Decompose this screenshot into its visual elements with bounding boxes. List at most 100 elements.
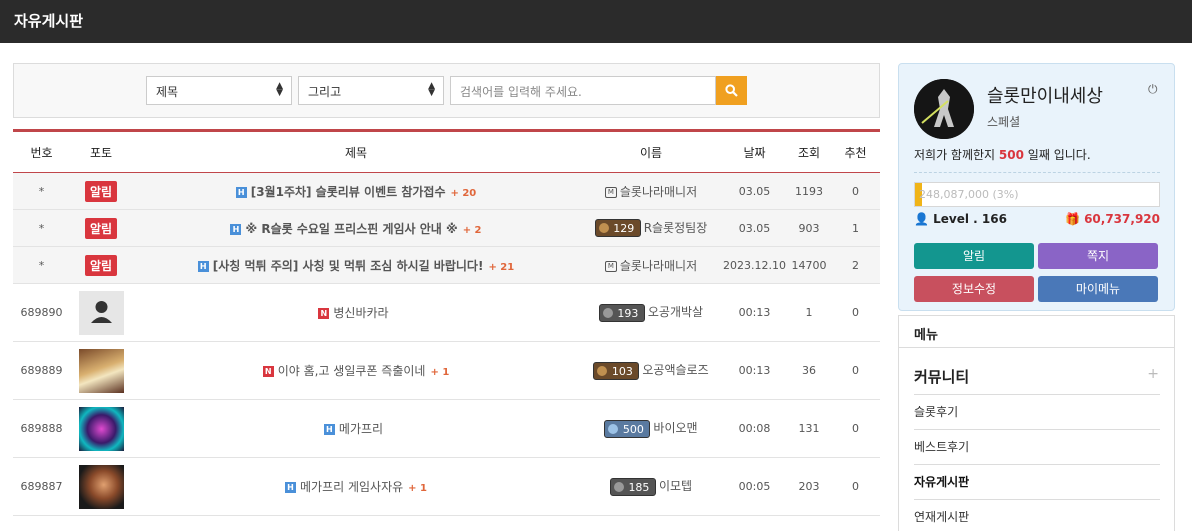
menu-item-best-review[interactable]: 베스트후기	[914, 438, 969, 455]
search-placeholder: 검색어를 입력해 주세요.	[460, 85, 582, 99]
divider	[914, 394, 1160, 395]
post-thumbnail[interactable]	[78, 348, 124, 393]
search-bar: 제목 ▲ ▼ 그리고 ▲ ▼ 검색어를 입력해 주세요.	[13, 63, 880, 118]
author-name[interactable]: R슬롯정팀장	[644, 221, 708, 235]
search-operator-select[interactable]: 그리고 ▲ ▼	[298, 76, 444, 105]
author-name[interactable]: 오공액슬로즈	[642, 363, 708, 377]
menu-item-serial-board[interactable]: 연재게시판	[914, 508, 969, 525]
post-row[interactable]: 689888 H 메가프리 500 바이오맨 00:08 131 0	[13, 399, 880, 458]
level-badge: 193	[598, 303, 645, 322]
level-badge: 129	[594, 219, 641, 238]
notice-row[interactable]: * 알림 H ※ R슬롯 수요일 프리스핀 게임사 안내 ※ + 2 129 R슬롯정…	[13, 209, 880, 247]
post-table: 번호 포토 제목 이름 날짜 조회 추천 * 알림 H [3월1주차] 슬롯리뷰 …	[13, 129, 880, 516]
post-row[interactable]: 689887 H 메가프리 게임사자유 + 1 185 이모텝 00:05 203 0	[13, 457, 880, 516]
col-title: 제목	[344, 145, 368, 160]
level-badge: 185	[609, 477, 656, 496]
like-count: 0	[831, 283, 880, 342]
like-count: 0	[831, 341, 880, 400]
menu-category[interactable]: 커뮤니티	[914, 366, 969, 387]
post-title-link[interactable]: 이야 홈,고 생일쿠폰 즉출이네	[278, 364, 426, 378]
profile-username: 슬롯만이내세상	[987, 86, 1103, 107]
col-views: 조회	[797, 145, 821, 160]
author-name[interactable]: 슬롯나라매니저	[620, 185, 697, 199]
post-title-link[interactable]: ※ R슬롯 수요일 프리스핀 게임사 안내 ※	[245, 222, 457, 236]
post-title-link[interactable]: [3월1주차] 슬롯리뷰 이벤트 참가접수	[251, 185, 446, 199]
post-date: 00:13	[722, 283, 787, 342]
row-number: *	[13, 246, 70, 284]
post-row[interactable]: 689889 N 이야 홈,고 생일쿠폰 즉출이네 + 1 103 오공액슬로즈 00…	[13, 341, 880, 400]
level-row: 👤 Level . 166 🎁 60,737,920	[914, 212, 1160, 226]
comment-count: + 1	[408, 483, 427, 494]
like-count: 2	[831, 246, 880, 284]
updown-arrow-icon: ▲ ▼	[428, 81, 435, 98]
new-icon: N	[262, 366, 274, 377]
row-number: 689889	[13, 341, 70, 400]
post-title-link[interactable]: 메가프리	[339, 422, 383, 436]
post-title-link[interactable]: 메가프리 게임사자유	[300, 480, 403, 494]
notice-row[interactable]: * 알림 H [3월1주차] 슬롯리뷰 이벤트 참가접수 + 20 M 슬롯나라매니저…	[13, 172, 880, 210]
view-count: 903	[787, 209, 831, 247]
like-count: 0	[831, 172, 880, 210]
board-title: 자유게시판	[0, 0, 1192, 43]
level-text: Level . 166	[933, 212, 1007, 226]
points: 🎁 60,737,920	[1065, 212, 1160, 226]
avatar[interactable]	[914, 79, 974, 139]
author-name[interactable]: 이모텝	[659, 479, 692, 493]
days-count: 500	[998, 148, 1024, 162]
notice-badge: 알림	[84, 180, 118, 202]
table-header-row: 번호 포토 제목 이름 날짜 조회 추천	[13, 130, 880, 173]
menu-item-free-board[interactable]: 자유게시판	[914, 473, 969, 490]
gift-icon: 🎁	[1064, 212, 1080, 226]
author-name[interactable]: 바이오맨	[653, 421, 697, 435]
power-icon[interactable]: ⏻	[1148, 82, 1158, 97]
row-number: 689890	[13, 283, 70, 342]
post-date: 03.05	[722, 209, 787, 247]
my-menu-button[interactable]: 마이메뉴	[1038, 276, 1158, 302]
search-icon	[725, 84, 738, 97]
user-icon: 👤	[914, 212, 929, 226]
view-count: 203	[787, 457, 831, 516]
comment-count: + 20	[450, 187, 477, 199]
post-title-link[interactable]: 병신바카라	[333, 306, 388, 320]
post-row[interactable]: 689890 N 병신바카라 193 오공개박살 00:13 1 0	[13, 283, 880, 342]
profile-panel: 슬롯만이내세상 스페셜 ⏻ 저희가 함께한지 500 일째 입니다. 248,0…	[898, 63, 1175, 311]
post-title-link[interactable]: [사칭 먹튀 주의] 사칭 및 먹튀 조심 하시길 바랍니다!	[213, 259, 484, 273]
row-number: 689887	[13, 457, 70, 516]
post-thumbnail[interactable]	[78, 406, 124, 451]
view-count: 1193	[787, 172, 831, 210]
menu-header: 메뉴	[899, 316, 1174, 348]
post-date: 00:13	[722, 341, 787, 400]
manager-icon: M	[604, 186, 617, 198]
post-date: 00:05	[722, 457, 787, 516]
comment-count: + 1	[430, 367, 450, 378]
divider	[914, 429, 1160, 430]
row-number: *	[13, 209, 70, 247]
like-count: 0	[831, 399, 880, 458]
search-input[interactable]: 검색어를 입력해 주세요.	[450, 76, 716, 105]
notice-badge: 알림	[84, 217, 118, 239]
message-button[interactable]: 쪽지	[1038, 243, 1158, 269]
row-number: 689888	[13, 399, 70, 458]
search-field-select[interactable]: 제목 ▲ ▼	[146, 76, 292, 105]
hot-icon: H	[323, 424, 335, 435]
notice-row[interactable]: * 알림 H [사칭 먹튀 주의] 사칭 및 먹튀 조심 하시길 바랍니다! + 2…	[13, 246, 880, 284]
edit-profile-button[interactable]: 정보수정	[914, 276, 1034, 302]
author-name[interactable]: 오공개박살	[648, 305, 703, 319]
expand-plus-icon[interactable]: +	[1147, 366, 1159, 382]
menu-item-slot-review[interactable]: 슬롯후기	[914, 403, 958, 420]
side-menu: 메뉴 커뮤니티 + 슬롯후기 베스트후기 자유게시판 연재게시판	[898, 315, 1175, 531]
search-operator-value: 그리고	[308, 85, 342, 99]
hot-icon: H	[284, 482, 296, 493]
like-count: 1	[831, 209, 880, 247]
level-badge: 500	[604, 419, 651, 438]
hot-icon: H	[235, 186, 247, 198]
search-button[interactable]	[716, 76, 747, 105]
divider	[914, 464, 1160, 465]
view-count: 14700	[787, 246, 831, 284]
post-thumbnail[interactable]	[78, 464, 124, 509]
hot-icon: H	[197, 260, 209, 272]
view-count: 1	[787, 283, 831, 342]
post-thumbnail[interactable]	[78, 290, 124, 335]
alarm-button[interactable]: 알림	[914, 243, 1034, 269]
author-name[interactable]: 슬롯나라매니저	[620, 259, 697, 273]
